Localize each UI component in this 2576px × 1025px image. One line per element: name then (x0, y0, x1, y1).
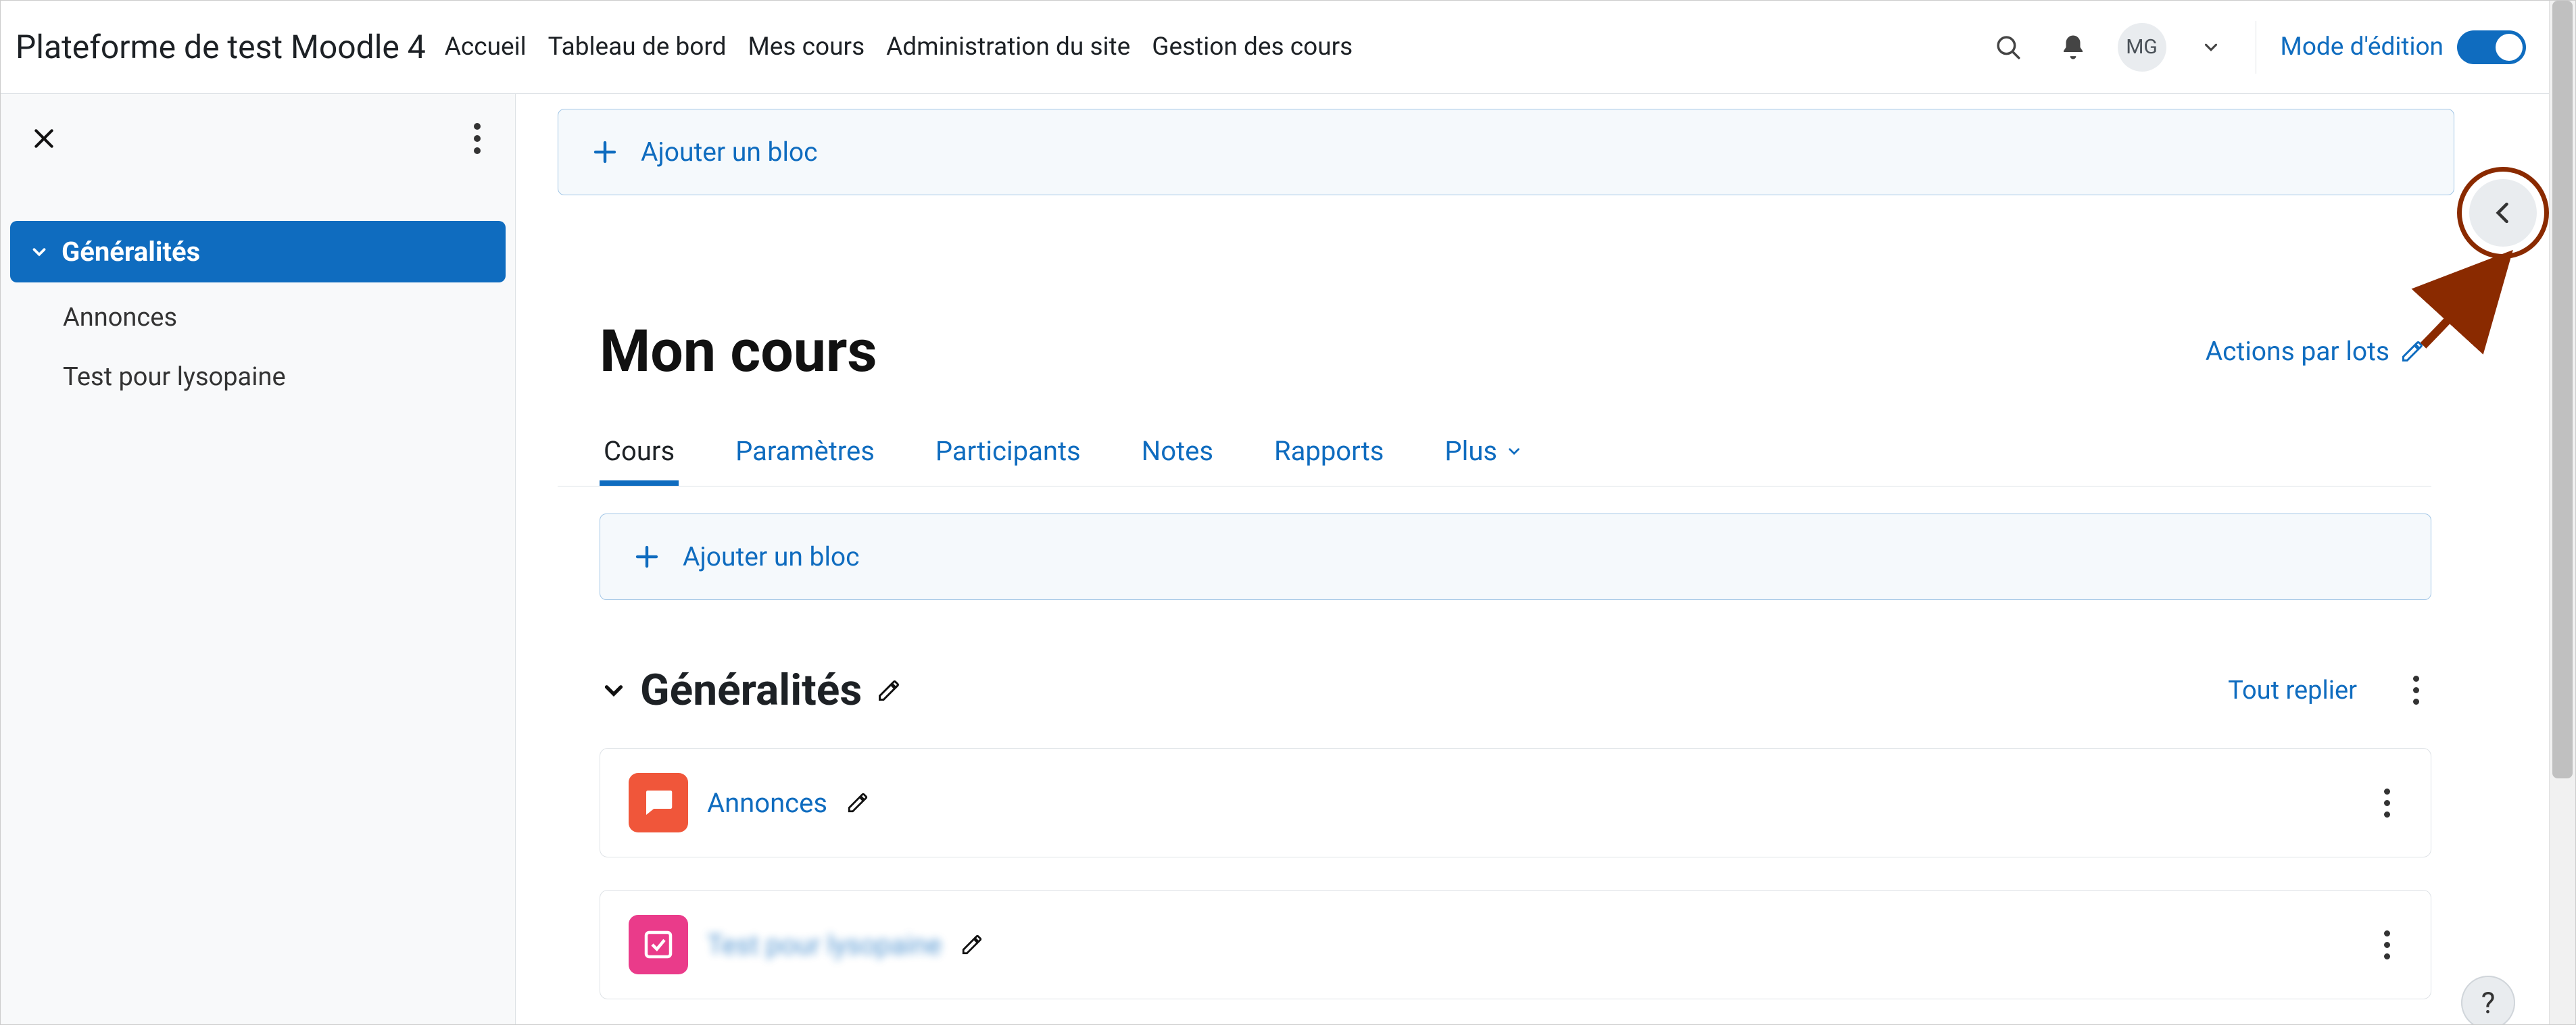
open-block-drawer-button[interactable] (2469, 179, 2537, 247)
plus-icon (633, 543, 661, 571)
nav-dashboard[interactable]: Tableau de bord (548, 32, 727, 61)
edit-mode-toggle-group: Mode d'édition (2281, 30, 2526, 64)
chevron-left-icon (2488, 198, 2518, 228)
batch-actions-label: Actions par lots (2206, 336, 2389, 367)
plus-icon (591, 138, 619, 166)
chevron-down-icon (29, 242, 49, 262)
topbar: Plateforme de test Moodle 4 Accueil Tabl… (1, 1, 2550, 94)
nav-my-courses[interactable]: Mes cours (748, 32, 865, 61)
edit-mode-label: Mode d'édition (2281, 32, 2444, 61)
course-index-menu-icon[interactable] (460, 121, 495, 156)
edit-activity-title-icon[interactable] (961, 933, 983, 956)
add-block-body[interactable]: Ajouter un bloc (600, 514, 2431, 600)
course-index-drawer: Généralités Annonces Test pour lysopaine (1, 94, 516, 1024)
block-drawer-column (2469, 94, 2550, 1024)
sidebar-item-annonces[interactable]: Annonces (1, 288, 515, 347)
course-main: Ajouter un bloc Mon cours Actions par lo… (516, 94, 2469, 1024)
page-title: Mon cours (600, 317, 877, 385)
section-menu-icon[interactable] (2400, 670, 2431, 711)
edit-mode-toggle[interactable] (2457, 30, 2526, 64)
nav-home[interactable]: Accueil (445, 32, 527, 61)
tab-course[interactable]: Cours (600, 420, 679, 486)
sidebar-item-general[interactable]: Généralités (10, 221, 506, 282)
sidebar-item-test-lysopaine[interactable]: Test pour lysopaine (1, 347, 515, 407)
activity-menu-icon[interactable] (2371, 782, 2402, 823)
tab-grades[interactable]: Notes (1138, 420, 1217, 486)
search-icon[interactable] (1988, 27, 2028, 68)
edit-activity-title-icon[interactable] (846, 791, 869, 814)
feedback-icon (629, 915, 688, 974)
forum-icon (629, 773, 688, 832)
course-index-list: Généralités Annonces Test pour lysopaine (1, 221, 515, 407)
tab-reports[interactable]: Rapports (1270, 420, 1388, 486)
site-brand[interactable]: Plateforme de test Moodle 4 (16, 28, 426, 66)
add-block-top[interactable]: Ajouter un bloc (558, 109, 2454, 195)
activity-card[interactable]: Test pour lysopaine (600, 890, 2431, 999)
collapse-all-link[interactable]: Tout replier (2228, 676, 2357, 705)
primary-nav: Accueil Tableau de bord Mes cours Admini… (445, 32, 1988, 61)
edit-section-title-icon[interactable] (877, 678, 901, 703)
section-chevron-down-icon[interactable] (600, 676, 628, 705)
activity-title[interactable]: Test pour lysopaine (707, 929, 942, 961)
close-drawer-icon[interactable] (26, 121, 62, 156)
user-avatar[interactable]: MG (2118, 23, 2166, 72)
add-block-label: Ajouter un bloc (641, 136, 818, 168)
course-tabs: Cours Paramètres Participants Notes Rapp… (558, 420, 2431, 486)
help-button[interactable]: ? (2461, 976, 2515, 1025)
tab-participants[interactable]: Participants (931, 420, 1085, 486)
sidebar-item-label: Généralités (62, 236, 200, 268)
scrollbar-thumb[interactable] (2552, 1, 2573, 778)
section-title: Généralités (640, 665, 862, 716)
tab-more-label: Plus (1444, 435, 1497, 467)
activity-title[interactable]: Annonces (707, 787, 827, 819)
tab-more[interactable]: Plus (1440, 420, 1527, 486)
add-block-label: Ajouter un bloc (683, 541, 860, 572)
user-menu-chevron-icon[interactable] (2191, 27, 2231, 68)
activity-card[interactable]: Annonces (600, 748, 2431, 857)
topbar-right: MG Mode d'édition (1988, 21, 2526, 74)
bell-icon[interactable] (2053, 27, 2093, 68)
nav-site-admin[interactable]: Administration du site (886, 32, 1130, 61)
vertical-scrollbar[interactable] (2549, 1, 2575, 1024)
batch-actions-link[interactable]: Actions par lots (2206, 336, 2425, 367)
tab-settings[interactable]: Paramètres (731, 420, 879, 486)
chevron-down-icon (1505, 443, 1523, 460)
activity-menu-icon[interactable] (2371, 924, 2402, 965)
nav-course-mgmt[interactable]: Gestion des cours (1152, 32, 1353, 61)
